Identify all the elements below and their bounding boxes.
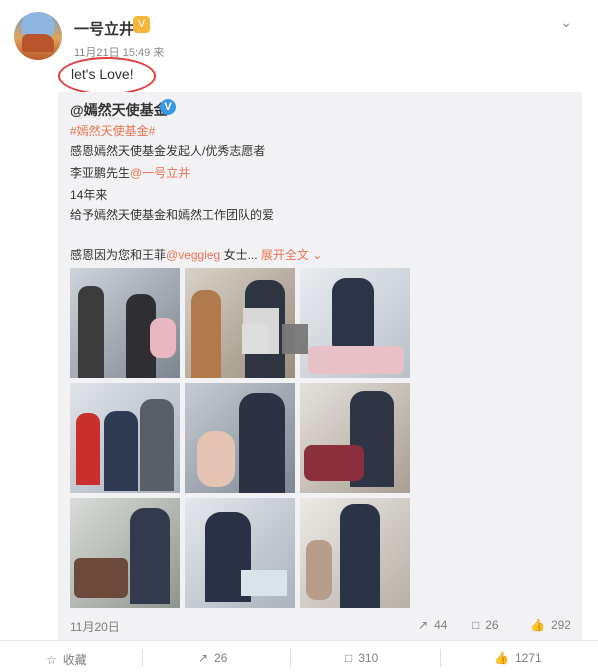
repost-line-5-prefix: 感恩因为您和王菲 [70,248,167,262]
repost-line-3: 14年来 [70,188,108,202]
repost-hashtag[interactable]: #嫣然天使基金# [70,122,155,139]
photo-4[interactable] [70,383,180,493]
thumb-up-icon: 👍 [530,618,545,632]
like-button[interactable]: 👍 1271 [494,651,542,665]
repost-date[interactable]: 11月20日 [70,618,120,635]
repost-button[interactable]: ↗ 26 [198,651,227,665]
repost-share-stat[interactable]: ↗ 44 [418,618,447,632]
expand-full-text-link[interactable]: 展开全文 ⌄ [261,248,322,262]
photo-3[interactable] [300,268,410,378]
share-icon: ↗ [198,651,209,665]
repost-footer: 11月20日 ↗ 44 □ 26 👍 292 [58,612,582,640]
photo-7[interactable] [70,498,180,608]
avatar[interactable] [14,12,62,60]
favorite-button[interactable]: ☆ 收藏 [46,651,87,668]
divider [142,649,143,667]
repost-box: @嫣然天使基金 V #嫣然天使基金# 感恩嫣然天使基金发起人/优秀志愿者 李亚鹏… [58,92,582,640]
photo-1[interactable] [70,268,180,378]
photo-2[interactable] [185,268,295,378]
action-bar: ☆ 收藏 ↗ 26 □ 310 👍 1271 [0,640,598,672]
repost-author[interactable]: @嫣然天使基金 [70,100,168,120]
share-icon: ↗ [418,618,429,632]
repost-line-5-suffix: 女士... [220,248,261,262]
divider [440,649,441,667]
repost-line-1: 感恩嫣然天使基金发起人/优秀志愿者 [70,144,266,158]
photo-9[interactable] [300,498,410,608]
photo-5[interactable] [185,383,295,493]
photo-grid [70,268,412,608]
repost-like-stat[interactable]: 👍 292 [530,618,571,632]
username[interactable]: 一号立井 [74,18,134,39]
comment-icon: □ [472,618,480,632]
photo-6[interactable] [300,383,410,493]
star-icon: ☆ [46,653,57,667]
verified-icon: V [160,99,176,115]
chevron-down-icon[interactable]: ⌄ [560,14,572,31]
repost-line-2-prefix: 李亚鹏先生 [70,166,131,180]
comment-icon: □ [345,651,353,665]
comment-button[interactable]: □ 310 [345,651,378,665]
repost-line-4: 给予嫣然天使基金和嫣然工作团队的爱 [70,208,275,222]
thumb-up-icon: 👍 [494,651,509,665]
repost-line-5: 感恩因为您和王菲@veggieg 女士... 展开全文 ⌄ [70,246,322,263]
divider [290,649,291,667]
repost-line-2: 李亚鹏先生@一号立井 [70,164,190,181]
photo-8[interactable] [185,498,295,608]
blur-overlay [282,324,308,354]
mention-link[interactable]: @veggieg [166,248,220,262]
blur-overlay [242,324,268,354]
post-text: let's Love! [71,66,134,82]
mention-link[interactable]: @一号立井 [130,166,190,180]
vip-badge-icon: V [133,16,150,33]
repost-comment-stat[interactable]: □ 26 [472,618,499,632]
